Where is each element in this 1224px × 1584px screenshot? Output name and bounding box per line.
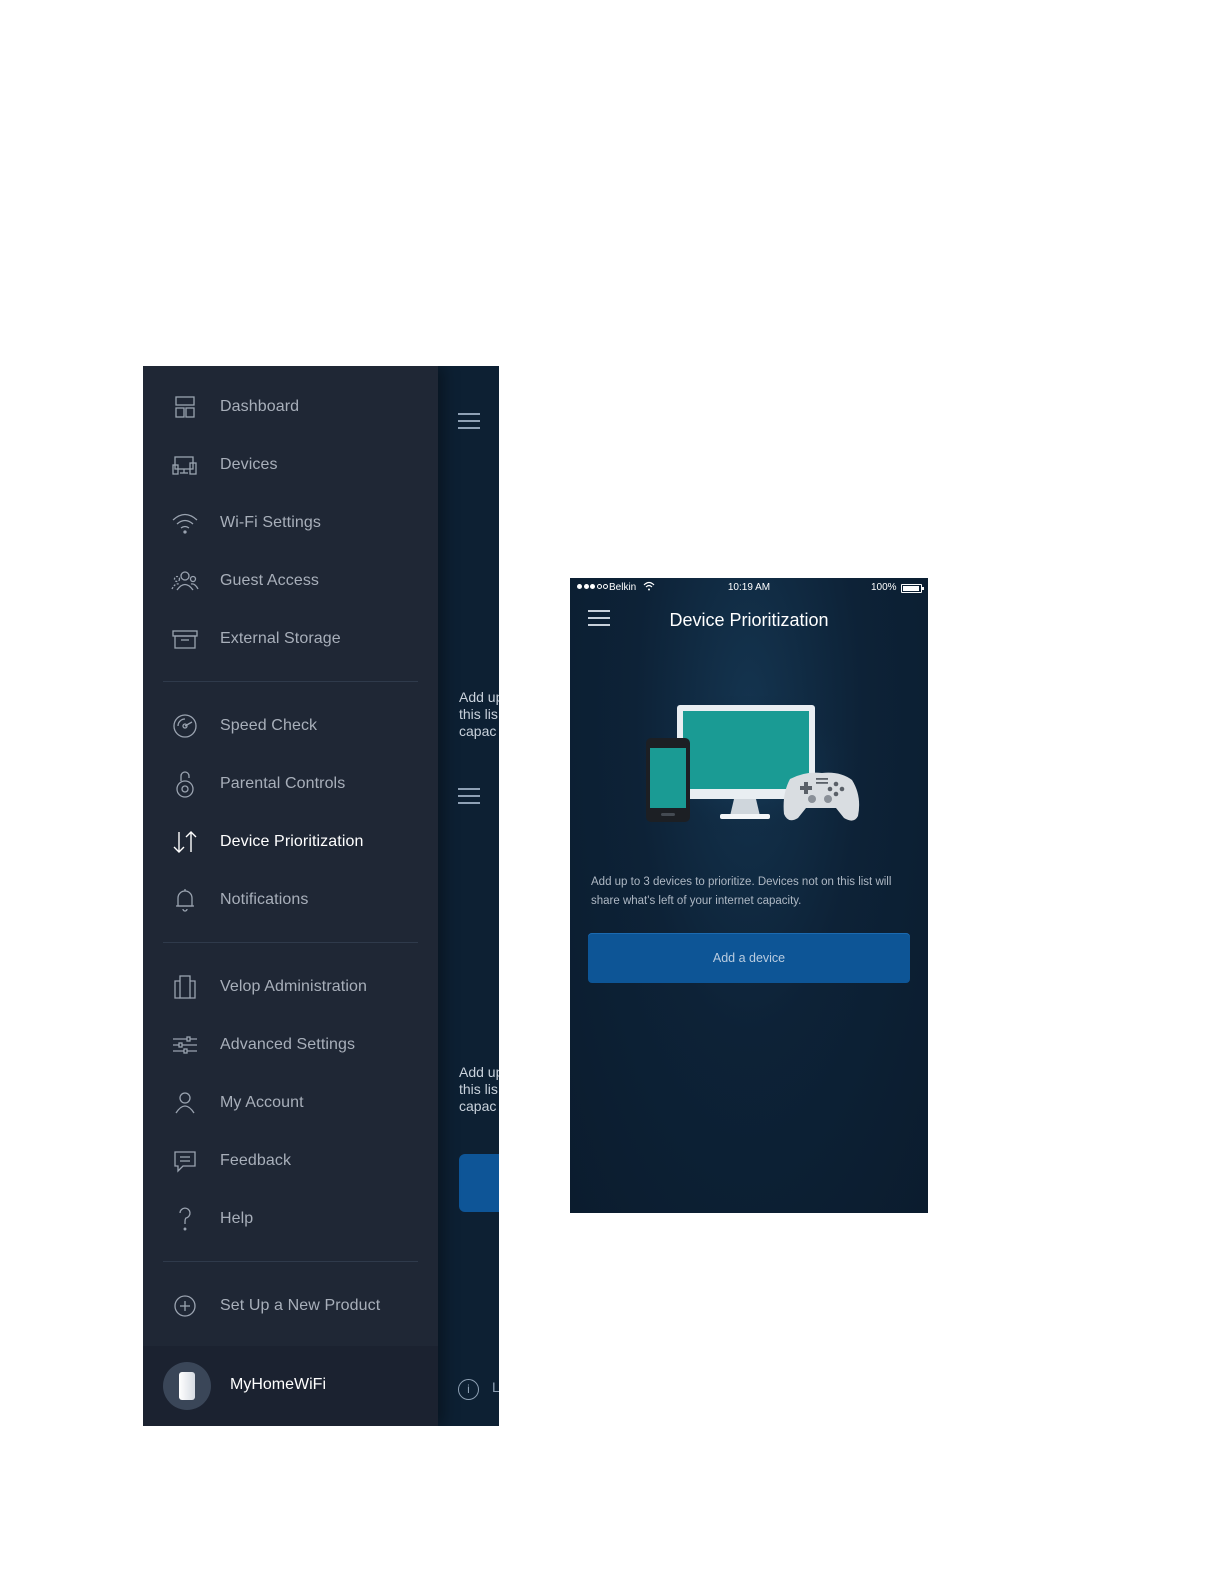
peek-add-button: [459, 1154, 499, 1212]
battery-icon: [901, 584, 924, 593]
status-bar: Belkin 10:19 AM 100%: [570, 578, 928, 598]
add-circle-icon: [171, 1292, 199, 1320]
velop-node-avatar: [163, 1362, 211, 1410]
network-selector[interactable]: MyHomeWiFi: [143, 1346, 438, 1426]
hamburger-menu-icon: [458, 413, 480, 429]
device-prioritization-screenshot: Belkin 10:19 AM 100% Device Prioritizati…: [570, 578, 928, 1213]
menu-item-help[interactable]: Help: [143, 1190, 438, 1248]
menu-item-label: Wi-Fi Settings: [220, 514, 321, 531]
device-prioritization-icon: [171, 828, 199, 856]
menu-item-label: Guest Access: [220, 572, 320, 589]
menu-item-my-account[interactable]: My Account: [143, 1074, 438, 1132]
menu-divider: [163, 1261, 418, 1262]
speed-check-icon: [171, 712, 199, 740]
background-screen-peek[interactable]: Add up this lis capac Add up this lis ca…: [438, 366, 499, 1426]
velop-administration-icon: [171, 973, 199, 1001]
menu-item-devices[interactable]: Devices: [143, 436, 438, 494]
peek-info-text: L: [492, 1379, 499, 1395]
menu-item-label: Devices: [220, 456, 278, 473]
parental-controls-icon: [171, 770, 199, 798]
prioritization-description: Add up to 3 devices to prioritize. Devic…: [591, 876, 892, 907]
menu-divider: [163, 942, 418, 943]
menu-item-label: External Storage: [220, 630, 341, 647]
guest-access-icon: [171, 567, 199, 595]
menu-item-label: Set Up a New Product: [220, 1297, 381, 1314]
info-icon: i: [458, 1379, 479, 1400]
menu-item-label: Dashboard: [220, 398, 300, 415]
menu-item-device-prioritization[interactable]: Device Prioritization: [143, 813, 438, 871]
menu-item-advanced-settings[interactable]: Advanced Settings: [143, 1016, 438, 1074]
external-storage-icon: [171, 625, 199, 653]
side-menu: Dashboard Devices Wi-Fi Settings Guest A…: [143, 366, 438, 1426]
menu-item-velop-administration[interactable]: Velop Administration: [143, 958, 438, 1016]
menu-item-feedback[interactable]: Feedback: [143, 1132, 438, 1190]
advanced-settings-icon: [171, 1031, 199, 1059]
network-name: MyHomeWiFi: [230, 1376, 326, 1393]
peek-description-text: Add up this lis capac: [459, 689, 499, 739]
devices-icon: [171, 451, 199, 479]
menu-item-label: Help: [220, 1210, 254, 1227]
menu-item-external-storage[interactable]: External Storage: [143, 610, 438, 668]
menu-item-parental-controls[interactable]: Parental Controls: [143, 755, 438, 813]
menu-item-label: Device Prioritization: [220, 833, 364, 850]
side-menu-screenshot: Dashboard Devices Wi-Fi Settings Guest A…: [143, 366, 499, 1426]
menu-item-label: Notifications: [220, 891, 309, 908]
devices-illustration: [640, 696, 860, 836]
page-title: Device Prioritization: [669, 610, 829, 630]
battery-percentage: 100%: [871, 582, 897, 593]
dashboard-icon: [171, 393, 199, 421]
menu-item-label: Parental Controls: [220, 775, 346, 792]
feedback-icon: [171, 1147, 199, 1175]
menu-item-label: Velop Administration: [220, 978, 367, 995]
menu-item-label: My Account: [220, 1094, 304, 1111]
menu-item-speed-check[interactable]: Speed Check: [143, 697, 438, 755]
menu-item-guest-access[interactable]: Guest Access: [143, 552, 438, 610]
menu-item-set-up-new-product[interactable]: Set Up a New Product: [143, 1277, 438, 1335]
menu-item-dashboard[interactable]: Dashboard: [143, 378, 438, 436]
peek-description-text: Add up this lis capac: [459, 1064, 499, 1114]
menu-divider: [163, 681, 418, 682]
wifi-icon: [171, 509, 199, 537]
menu-item-notifications[interactable]: Notifications: [143, 871, 438, 929]
menu-item-label: Speed Check: [220, 717, 318, 734]
my-account-icon: [171, 1089, 199, 1117]
add-device-button[interactable]: Add a device: [588, 933, 910, 983]
hamburger-menu-icon: [458, 788, 480, 804]
menu-item-wifi-settings[interactable]: Wi-Fi Settings: [143, 494, 438, 552]
menu-item-label: Advanced Settings: [220, 1036, 356, 1053]
menu-item-label: Feedback: [220, 1152, 292, 1169]
help-icon: [171, 1205, 199, 1233]
notifications-icon: [171, 886, 199, 914]
